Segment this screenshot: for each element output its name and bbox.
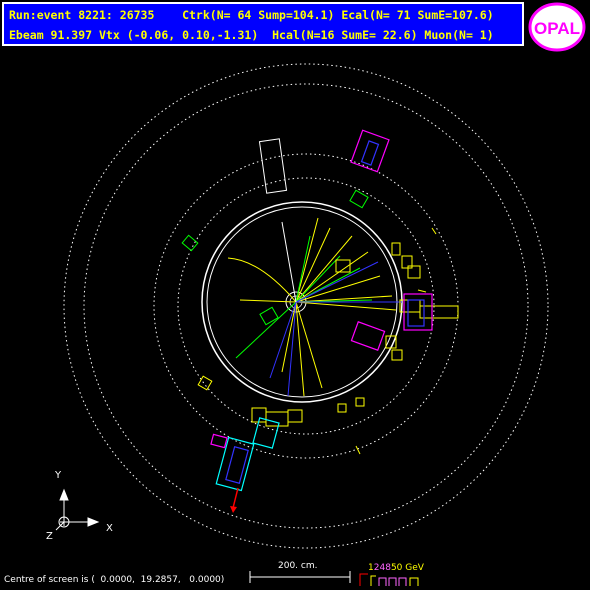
y-axis-label: Y [55,470,62,481]
ecal-block [391,349,403,361]
scale-bar-label: 200. cm. [278,561,318,571]
logo-text: OPAL [534,19,580,38]
track [239,299,297,303]
track [227,257,297,303]
ecal-block [349,189,369,209]
hcal-block [350,129,390,173]
energy-scale-bars [359,573,419,586]
header-line-2: Ebeam 91.397 Vtx (-0.06, 0.10,-1.31) Hca… [9,28,494,42]
hcal-block [407,299,425,327]
hcal-block [360,140,380,166]
header-line-1: Run:event 8221: 26735 Ctrk(N= 64 Sump=10… [9,8,494,22]
track [287,301,297,397]
track [295,227,331,303]
ecal-block [355,397,365,407]
track [295,301,397,311]
ecal-block [265,411,289,427]
track [281,221,297,303]
track [295,235,311,303]
ecal-block [391,242,401,256]
energy-value: 50 GeV [390,563,424,573]
centre-of-screen-text: Centre of screen is ( 0.0000, 19.2857, 0… [4,575,225,585]
ecal-ring [177,177,435,435]
ecal-block [419,305,459,319]
muon-arrow [230,487,239,513]
z-axis-label: Z [46,531,53,542]
hcal-inner-ring [153,153,459,459]
ecal-block [337,403,347,413]
ecal-block [287,409,303,423]
track [295,261,379,303]
x-axis-label: X [106,523,113,534]
ecal-block [259,306,279,326]
axes-indicator [55,488,100,531]
event-display [55,63,549,586]
hcal-block [350,321,386,351]
energy-scale-labels: 124850 GeV [368,563,424,573]
ecal-block [399,299,421,313]
hcal-blocks [210,129,433,492]
ecal-block [181,234,199,252]
muon-ring [63,63,549,549]
opal-logo: OPAL [528,2,586,52]
scale-bar [249,571,351,583]
hcal-block [210,433,228,449]
hcal-outer-ring [83,83,529,529]
ecal-block [258,138,288,194]
event-info-header: Run:event 8221: 26735 Ctrk(N= 64 Sump=10… [2,2,524,46]
